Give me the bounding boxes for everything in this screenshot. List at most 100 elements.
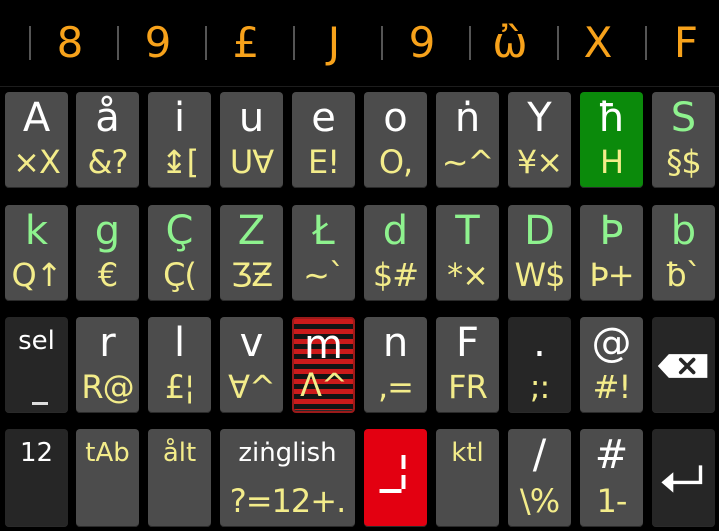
key-label: / <box>532 432 547 478</box>
key-sublabel: ~^ <box>441 143 495 181</box>
key-sublabel: Q↑ <box>11 256 63 294</box>
key-slash[interactable]: / \% <box>508 429 571 527</box>
key-o[interactable]: o O, <box>364 92 427 188</box>
key-label: d <box>382 208 409 254</box>
key-sublabel: FR <box>448 368 488 406</box>
key-d-cap[interactable]: D W$ <box>508 205 571 301</box>
key-l-stroke[interactable]: Ł ~` <box>292 205 355 301</box>
key-a[interactable]: A ×X <box>5 92 68 188</box>
key-sublabel: ?=12+. <box>229 482 347 520</box>
key-u[interactable]: u U∀ <box>220 92 283 188</box>
key-label: e <box>311 95 336 141</box>
key-sublabel: 1- <box>596 482 628 520</box>
key-label: F <box>455 320 479 366</box>
suggestion-separator <box>557 26 559 60</box>
key-sublabel: Þ+ <box>589 256 634 294</box>
suggestion-separator <box>381 26 383 60</box>
key-v[interactable]: v ∀^ <box>220 317 283 413</box>
key-l[interactable]: l £¦ <box>148 317 211 413</box>
soft-keyboard: 8 9 £ J 9 ὢ X F A ×X å &? i ↨[u U∀ e E! o O, ṅ ~^ Y ¥× ħ H S §$ k Q… <box>0 0 719 531</box>
key-sublabel: U∀ <box>229 143 274 181</box>
key-sublabel: $# <box>372 256 419 294</box>
key-sublabel: ,= <box>378 368 414 406</box>
key-h[interactable]: ħH <box>580 92 643 188</box>
key-label: T <box>455 208 480 254</box>
key-m[interactable]: m Λ^ <box>292 317 355 413</box>
key-sublabel: ↨[ <box>160 143 199 181</box>
suggestion-bar: 8 9 £ J 9 ὢ X F <box>0 0 719 87</box>
suggestion-item[interactable]: £ <box>221 12 271 74</box>
suggestion-item[interactable]: J <box>309 12 359 74</box>
key-num[interactable]: 12 <box>5 429 68 527</box>
key-label: D <box>524 208 555 254</box>
key-label: ålt <box>162 438 197 468</box>
key-k[interactable]: k Q↑ <box>5 205 68 301</box>
key-label: m <box>304 322 343 368</box>
backspace-icon <box>656 351 711 381</box>
key-sel[interactable]: sel <box>5 317 68 413</box>
key-label: l <box>173 320 186 366</box>
key-alt[interactable]: ålt <box>148 429 211 527</box>
key-sublabel: R@ <box>81 368 134 406</box>
key-r[interactable]: r R@ <box>76 317 139 413</box>
suggestion-item[interactable]: F <box>661 12 711 74</box>
key-enter[interactable] <box>652 429 715 527</box>
key-d[interactable]: d $# <box>364 205 427 301</box>
suggestion-item[interactable]: ὢ <box>485 12 535 74</box>
key-label: ziṅglish <box>238 438 337 468</box>
key-ctrl[interactable]: ktl <box>436 429 499 527</box>
key-y[interactable]: Y ¥× <box>508 92 571 188</box>
key-label: Ç <box>165 208 194 254</box>
key-cursor[interactable] <box>364 429 427 527</box>
key-label: k <box>24 208 49 254</box>
key-e[interactable]: e E! <box>292 92 355 188</box>
key-i[interactable]: i ↨[ <box>148 92 211 188</box>
key-label: n <box>382 320 409 366</box>
suggestion-separator <box>29 26 31 60</box>
key-label: sel <box>18 326 55 356</box>
key-thorn[interactable]: Þ Þ+ <box>580 205 643 301</box>
key-sublabel: &? <box>87 143 129 181</box>
key-label: å <box>95 95 120 141</box>
key-n[interactable]: n ,= <box>364 317 427 413</box>
key-sublabel: £¦ <box>164 368 195 406</box>
key-sublabel: ×X <box>13 143 61 181</box>
key-sublabel: Λ^ <box>300 366 348 404</box>
suggestion-item[interactable]: 9 <box>397 12 447 74</box>
key-label: Þ <box>599 208 624 254</box>
key-label: Z <box>237 208 266 254</box>
key-label: v <box>239 320 264 366</box>
suggestion-separator <box>645 26 647 60</box>
cursor-icon <box>372 451 419 501</box>
key-sublabel: O, <box>378 143 413 181</box>
key-b[interactable]: b ƀ` <box>652 205 715 301</box>
key-sublabel: H <box>599 143 624 181</box>
key-label: ħ <box>597 95 626 141</box>
key-t[interactable]: T *× <box>436 205 499 301</box>
key-g[interactable]: g € <box>76 205 139 301</box>
key-backspace[interactable] <box>652 317 715 413</box>
key-c-cedilla[interactable]: Ç Ç( <box>148 205 211 301</box>
key-sublabel: ∀^ <box>228 368 276 406</box>
enter-icon <box>658 459 709 499</box>
key-z[interactable]: Z ƷƵ <box>220 205 283 301</box>
key-f[interactable]: F FR <box>436 317 499 413</box>
key-dot[interactable]: .;: <box>508 317 571 413</box>
key-s[interactable]: S §$ <box>652 92 715 188</box>
key-label: ktl <box>451 438 484 468</box>
key-sublabel: ƀ` <box>666 256 701 294</box>
key-tab[interactable]: tAb <box>76 429 139 527</box>
suggestion-item[interactable]: X <box>573 12 623 74</box>
suggestion-item[interactable]: 9 <box>133 12 183 74</box>
key-sublabel: € <box>97 256 118 294</box>
key-sublabel: ~` <box>303 256 345 294</box>
key-at[interactable]: @ #! <box>580 317 643 413</box>
key-hash[interactable]: #1- <box>580 429 643 527</box>
suggestion-separator <box>117 26 119 60</box>
key-space[interactable]: ziṅglish ?=12+. <box>220 429 355 527</box>
key-n-ring[interactable]: ṅ ~^ <box>436 92 499 188</box>
suggestion-item[interactable]: 8 <box>45 12 95 74</box>
key-sublabel: \% <box>519 482 560 520</box>
key-sublabel: E! <box>307 143 340 181</box>
key-a-ring[interactable]: å &? <box>76 92 139 188</box>
